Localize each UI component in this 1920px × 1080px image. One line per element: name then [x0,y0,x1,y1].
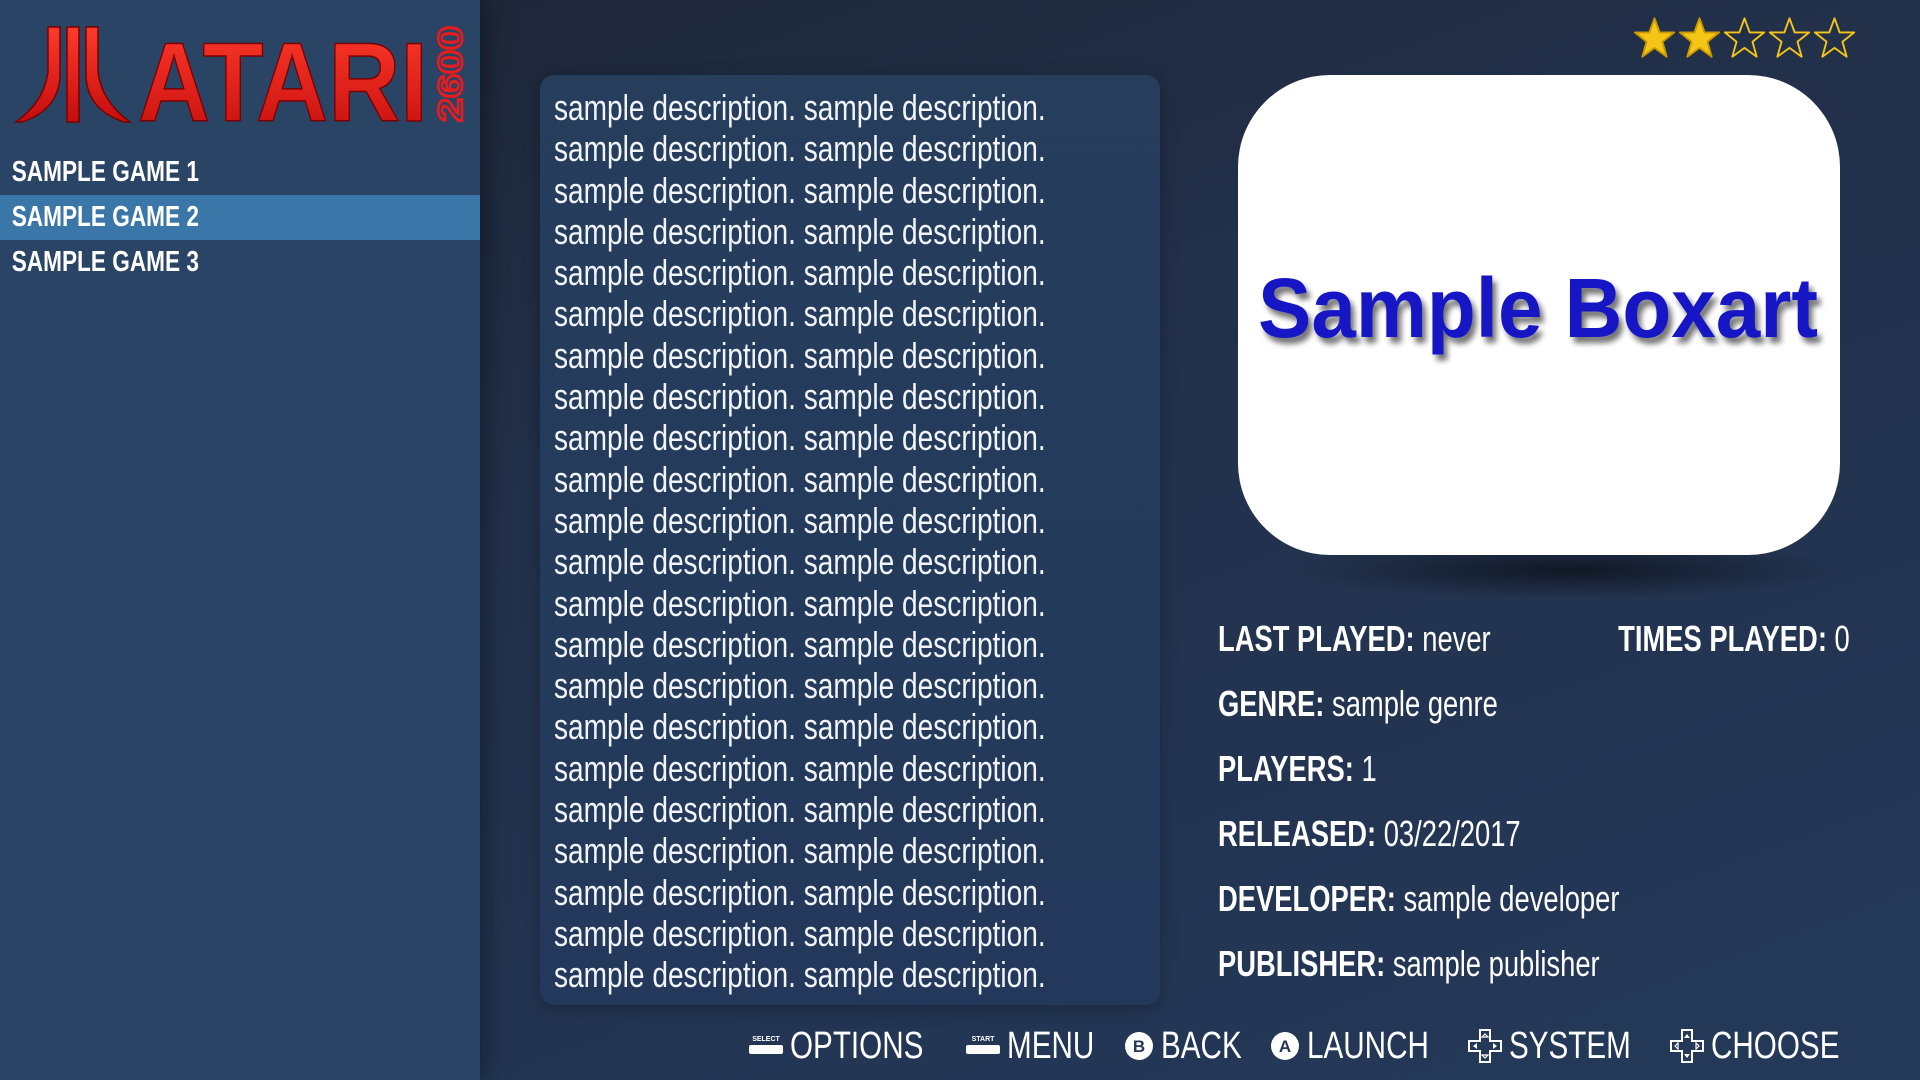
help-menu[interactable]: START MENU [965,1025,1105,1068]
svg-text:SELECT: SELECT [753,1036,781,1043]
boxart-image: Sample Boxart [1238,75,1840,555]
help-system[interactable]: SYSTEM [1467,1025,1651,1068]
times-played-label: TIMES PLAYED: [1618,618,1828,659]
genre-label: GENRE: [1218,683,1325,724]
game-list: SAMPLE GAME 1 SAMPLE GAME 2 SAMPLE GAME … [0,150,480,285]
last-played-label: LAST PLAYED: [1218,618,1415,659]
star-empty-icon [1723,17,1766,58]
atari-2600-logo: ATARI 2600 [14,22,464,132]
times-played-field: TIMES PLAYED: 0 [1618,616,1850,662]
players-field: PLAYERS: 1 [1218,746,1377,792]
logo-subtext: 2600 [432,26,464,122]
times-played-value: 0 [1834,618,1850,659]
help-label: CHOOSE [1711,1024,1840,1067]
rating-stars [1632,14,1857,62]
start-button-icon: START [966,1036,1001,1054]
developer-label: DEVELOPER: [1218,878,1396,919]
game-list-item[interactable]: SAMPLE GAME 1 [0,150,480,195]
genre-field: GENRE: sample genre [1218,681,1498,727]
players-value: 1 [1361,748,1377,789]
released-field: RELEASED: 03/22/2017 [1218,811,1521,857]
star-empty-icon [1768,17,1811,58]
svg-text:B: B [1133,1037,1145,1056]
sidebar: ATARI 2600 SAMPLE GAME 1 SAMPLE GAME 2 S… [0,0,480,1080]
last-played-value: never [1422,618,1491,659]
genre-value: sample genre [1332,683,1498,724]
boxart-graphic: Sample Boxart [1258,261,1818,355]
b-button-icon: B [1125,1032,1154,1060]
help-launch[interactable]: A LAUNCH [1269,1025,1449,1068]
help-label: OPTIONS [790,1024,924,1067]
svg-text:A: A [1279,1037,1291,1056]
game-description: sample description. sample description. … [554,87,1046,996]
last-played-field: LAST PLAYED: never [1218,616,1491,662]
game-title: SAMPLE GAME 1 [11,156,199,188]
description-panel[interactable]: sample description. sample description. … [540,75,1160,1005]
players-label: PLAYERS: [1218,748,1354,789]
game-title: SAMPLE GAME 2 [11,201,199,233]
released-value: 03/22/2017 [1383,813,1521,854]
select-button-icon: SELECT [749,1036,784,1054]
dpad-left-right-icon [1468,1029,1503,1063]
logo-wordmark: ATARI [138,22,428,132]
boxart-label: Sample Boxart [1258,261,1818,355]
help-label: BACK [1161,1024,1243,1067]
game-title: SAMPLE GAME 3 [11,246,199,278]
developer-value: sample developer [1403,878,1620,919]
star-empty-icon [1813,17,1856,58]
star-filled-icon [1678,17,1721,58]
released-label: RELEASED: [1218,813,1377,854]
game-list-item-selected[interactable]: SAMPLE GAME 2 [0,195,480,240]
star-filled-icon [1633,17,1676,58]
a-button-icon: A [1270,1032,1299,1060]
help-label: SYSTEM [1509,1024,1631,1067]
publisher-value: sample publisher [1392,943,1600,984]
help-label: LAUNCH [1306,1024,1429,1067]
publisher-label: PUBLISHER: [1218,943,1386,984]
dpad-up-down-icon [1670,1029,1705,1063]
svg-text:START: START [972,1036,996,1043]
game-list-item[interactable]: SAMPLE GAME 3 [0,240,480,285]
help-choose[interactable]: CHOOSE [1669,1025,1862,1068]
help-label: MENU [1007,1024,1095,1067]
help-bar: SELECT OPTIONS START MENU B BACK A LAUNC… [730,1024,1862,1068]
publisher-field: PUBLISHER: sample publisher [1218,941,1600,987]
developer-field: DEVELOPER: sample developer [1218,876,1619,922]
gamelist-view: ATARI 2600 SAMPLE GAME 1 SAMPLE GAME 2 S… [0,0,1920,1080]
help-options[interactable]: SELECT OPTIONS [748,1025,947,1068]
help-back[interactable]: B BACK [1123,1025,1250,1068]
